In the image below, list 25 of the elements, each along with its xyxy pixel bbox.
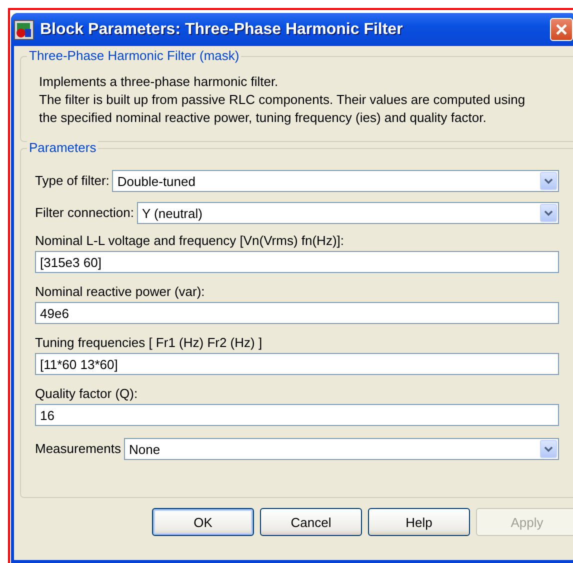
- field-label: Nominal reactive power (var):: [35, 284, 206, 300]
- dialog-button[interactable]: Cancel: [260, 508, 362, 536]
- dialog-button[interactable]: OK: [152, 508, 254, 536]
- input-field[interactable]: [11*60 13*60]: [35, 353, 559, 375]
- group-title: Three-Phase Harmonic Filter (mask): [27, 48, 242, 64]
- input-field[interactable]: 49e6: [35, 302, 559, 324]
- close-icon: [555, 23, 568, 36]
- description-text: The filter is built up from passive RLC components. Their values are computed using: [38, 91, 526, 109]
- field-label: Measurements: [35, 441, 121, 457]
- field-label: Filter connection:: [35, 205, 134, 221]
- field-label: Tuning frequencies [ Fr1 (Hz) Fr2 (Hz) ]: [35, 335, 264, 351]
- input-field[interactable]: [315e3 60]: [35, 251, 559, 273]
- field-label: Nominal L-L voltage and frequency [Vn(Vrms) fn(Hz)]:: [35, 233, 345, 249]
- dropdown[interactable]: Double-tuned: [112, 170, 559, 192]
- input-field[interactable]: 16: [35, 404, 559, 426]
- field-label: Quality factor (Q):: [35, 386, 139, 402]
- close-button[interactable]: [550, 18, 573, 41]
- app-icon: [14, 20, 34, 40]
- dropdown[interactable]: Y (neutral): [137, 202, 559, 224]
- description-text: Implements a three-phase harmonic filter.: [38, 73, 280, 91]
- description-text: the specified nominal reactive power, tuning frequency (ies) and quality factor.: [38, 109, 488, 127]
- dialog-button[interactable]: Help: [368, 508, 470, 536]
- window-title: Block Parameters: Three-Phase Harmonic Filter: [40, 20, 404, 38]
- field-label: Type of filter:: [35, 173, 110, 189]
- dropdown[interactable]: None: [124, 438, 559, 460]
